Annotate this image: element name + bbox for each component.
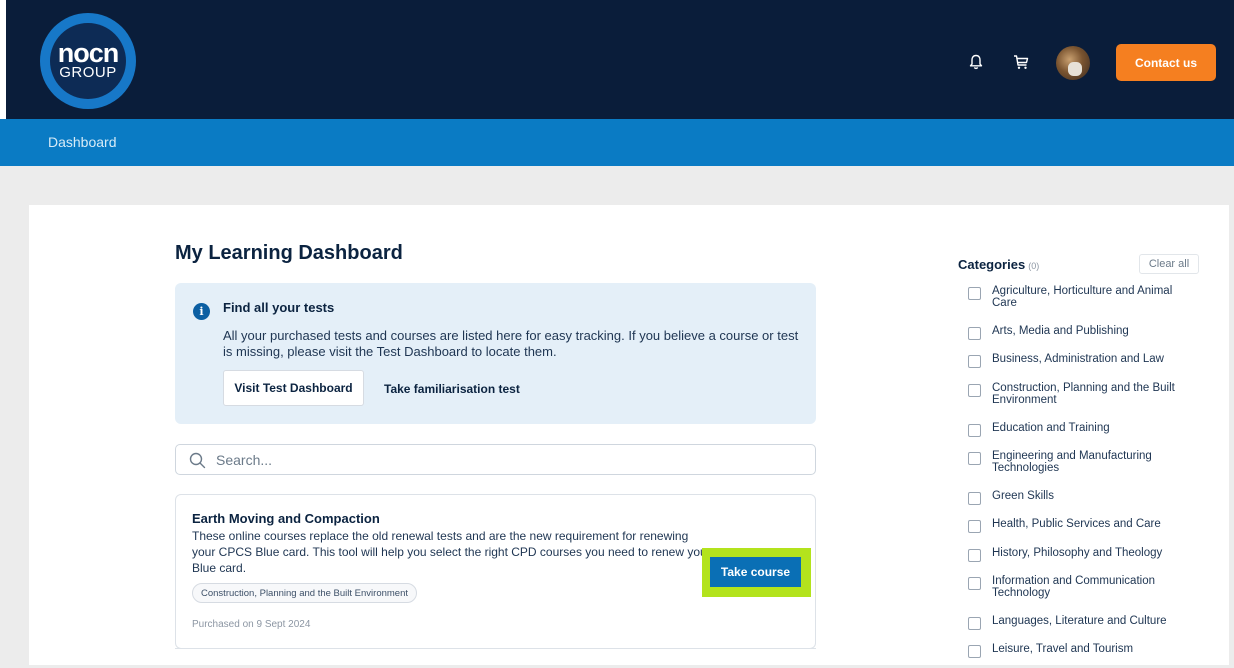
search-icon (189, 452, 206, 469)
course-title[interactable]: Earth Moving and Compaction (192, 511, 380, 526)
category-checkbox[interactable] (968, 287, 981, 300)
cart-icon[interactable] (1011, 52, 1031, 72)
category-checkbox[interactable] (968, 384, 981, 397)
search-box[interactable] (175, 444, 816, 475)
visit-test-dashboard-button[interactable]: Visit Test Dashboard (223, 370, 364, 406)
category-label: Business, Administration and Law (992, 353, 1164, 365)
info-box: i Find all your tests All your purchased… (175, 283, 816, 424)
category-checkbox[interactable] (968, 492, 981, 505)
category-label: Health, Public Services and Care (992, 518, 1161, 530)
category-checkbox[interactable] (968, 520, 981, 533)
category-checkbox[interactable] (968, 577, 981, 590)
logo-sub-text: GROUP (59, 64, 117, 81)
top-header: nocn GROUP Contact us (0, 0, 1234, 119)
category-tag: Construction, Planning and the Built Env… (192, 583, 418, 603)
take-course-highlight: Take course (702, 548, 811, 597)
nav-item-dashboard[interactable]: Dashboard (48, 134, 117, 150)
page-title: My Learning Dashboard (175, 242, 403, 264)
category-checkbox[interactable] (968, 424, 981, 437)
category-label: Information and Communication Technology (992, 575, 1155, 599)
categories-title-text: Categories (958, 257, 1026, 272)
category-label: History, Philosophy and Theology (992, 547, 1163, 559)
category-label: Engineering and Manufacturing Technologi… (992, 450, 1152, 474)
avatar[interactable] (1056, 46, 1090, 80)
info-title: Find all your tests (223, 300, 335, 315)
contact-us-button[interactable]: Contact us (1116, 44, 1216, 81)
category-checkbox[interactable] (968, 452, 981, 465)
logo-main-text: nocn (57, 38, 119, 68)
category-label: Arts, Media and Publishing (992, 325, 1129, 337)
search-input[interactable] (216, 449, 796, 471)
category-label: Agriculture, Horticulture and Animal Car… (992, 285, 1173, 309)
window-edge (0, 0, 6, 119)
categories-count: (0) (1028, 261, 1040, 271)
bell-icon[interactable] (966, 52, 986, 72)
category-checkbox[interactable] (968, 355, 981, 368)
nocn-group-logo[interactable]: nocn GROUP (40, 13, 136, 109)
info-icon: i (193, 303, 210, 320)
category-label: Education and Training (992, 422, 1110, 434)
logo-inner: nocn GROUP (50, 23, 126, 99)
course-description: These online courses replace the old ren… (192, 529, 711, 575)
category-checkbox[interactable] (968, 645, 981, 658)
nav-bar: Dashboard (0, 119, 1234, 166)
next-course-card-edge (175, 648, 816, 668)
clear-all-button[interactable]: Clear all (1139, 254, 1199, 274)
category-checkbox[interactable] (968, 617, 981, 630)
purchase-date: Purchased on 9 Sept 2024 (192, 619, 311, 630)
info-text: All your purchased tests and courses are… (223, 328, 799, 359)
category-checkbox[interactable] (968, 327, 981, 340)
category-checkbox[interactable] (968, 549, 981, 562)
categories-title: Categories (0) (958, 257, 1039, 272)
category-label: Languages, Literature and Culture (992, 615, 1167, 627)
take-familiarisation-test-link[interactable]: Take familiarisation test (384, 382, 520, 396)
take-course-button[interactable]: Take course (710, 557, 801, 587)
category-label: Green Skills (992, 490, 1054, 502)
course-card: Earth Moving and Compaction These online… (175, 494, 816, 649)
category-label: Construction, Planning and the Built Env… (992, 382, 1175, 406)
category-label: Leisure, Travel and Tourism (992, 643, 1134, 655)
